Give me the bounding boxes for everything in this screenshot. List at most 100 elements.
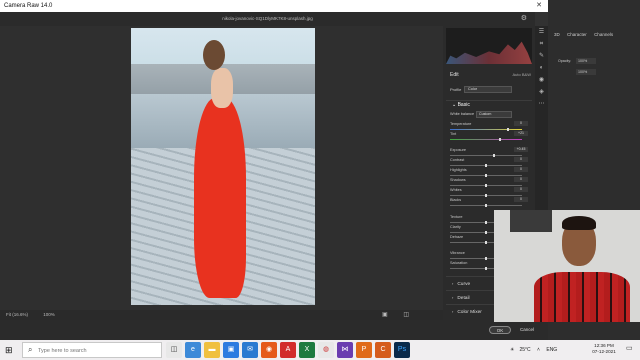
acrobat-icon[interactable]: A: [280, 342, 296, 358]
powerpoint-icon[interactable]: P: [356, 342, 372, 358]
slider-thumb[interactable]: [485, 184, 487, 187]
slider-label: Whites: [450, 188, 462, 192]
slider-blacks[interactable]: Blacks 0: [450, 197, 532, 208]
basic-section-header[interactable]: ⌄ Basic: [446, 100, 532, 109]
firefox-icon[interactable]: ◉: [261, 342, 277, 358]
desktop: 3D Character Channels Opacity: 100% 100%…: [0, 0, 640, 360]
chrome-icon[interactable]: ◍: [318, 342, 334, 358]
slider-value-field[interactable]: +21: [514, 131, 528, 136]
mask-tool-icon[interactable]: ◐: [535, 62, 548, 74]
photo-preview: [131, 28, 315, 305]
slider-value-field[interactable]: 0: [514, 167, 528, 172]
notification-icon[interactable]: ▭: [626, 344, 633, 352]
excel-icon[interactable]: X: [299, 342, 315, 358]
compare-icon[interactable]: ◫: [403, 312, 409, 318]
clock-date: 07-12-2021: [592, 349, 616, 354]
image-canvas[interactable]: [0, 26, 443, 310]
slider-value-field[interactable]: 0: [514, 177, 528, 182]
slider-thumb[interactable]: [485, 221, 487, 224]
slider-track[interactable]: [450, 155, 522, 156]
search-input[interactable]: [38, 346, 158, 355]
panel-title: Edit: [450, 72, 459, 78]
slider-label: Blacks: [450, 198, 462, 202]
windows-start-icon[interactable]: ⊞: [5, 345, 13, 355]
more-icon[interactable]: ⋯: [535, 98, 548, 110]
slider-thumb[interactable]: [485, 204, 487, 207]
chevron-right-icon: ›: [452, 281, 454, 286]
edge-icon[interactable]: e: [185, 342, 201, 358]
window-title: Camera Raw 14.0: [4, 3, 53, 9]
task-view-icon[interactable]: ◫: [166, 342, 182, 358]
store-icon[interactable]: ▣: [223, 342, 239, 358]
opacity-field[interactable]: 100%: [576, 58, 596, 64]
taskbar-search[interactable]: ⌕: [22, 342, 162, 358]
profile-dropdown[interactable]: Color: [464, 86, 512, 93]
slider-track[interactable]: [450, 139, 522, 140]
file-name-bar: nikola-jovanovic-SQ1DlyMK7K8-unsplash.jp…: [0, 12, 535, 26]
tray-chevron-icon[interactable]: ˄: [537, 347, 540, 353]
weather-icon[interactable]: ☀: [510, 347, 514, 353]
slider-value-field[interactable]: +0.45: [514, 147, 528, 152]
slider-value-field[interactable]: 0: [514, 187, 528, 192]
slider-value-field[interactable]: 0: [514, 157, 528, 162]
section-label: Detail: [457, 296, 470, 301]
webcam-overlay: [494, 210, 640, 322]
tab-character[interactable]: Character: [567, 32, 587, 37]
redeye-tool-icon[interactable]: ◉: [535, 74, 548, 86]
slider-track[interactable]: [450, 129, 522, 130]
section-label: Curve: [457, 282, 471, 287]
heal-tool-icon[interactable]: ✎: [535, 50, 548, 62]
slider-value-field[interactable]: 0: [514, 197, 528, 202]
auto-button[interactable]: Auto: [513, 72, 521, 77]
slider-thumb[interactable]: [485, 241, 487, 244]
slider-label: Clarity: [450, 225, 461, 229]
zoom-percent[interactable]: 100%: [43, 312, 55, 317]
white-balance-dropdown[interactable]: Custom: [476, 111, 512, 118]
photoshop-icon[interactable]: Ps: [394, 342, 410, 358]
slider-label: Tint: [450, 132, 457, 136]
file-name: nikola-jovanovic-SQ1DlyMK7K8-unsplash.jp…: [222, 16, 313, 21]
presets-icon[interactable]: ◈: [535, 86, 548, 98]
slider-value-field[interactable]: 0: [514, 121, 528, 126]
close-icon[interactable]: ✕: [530, 0, 548, 12]
before-after-icon[interactable]: ▣: [382, 312, 388, 318]
illustrator-icon[interactable]: C: [375, 342, 391, 358]
title-bar: Camera Raw 14.0 ✕: [0, 0, 548, 12]
slider-thumb[interactable]: [485, 257, 487, 260]
slider-thumb[interactable]: [485, 164, 487, 167]
file-explorer-icon[interactable]: ▬: [204, 342, 220, 358]
histogram: [446, 28, 532, 64]
bw-button[interactable]: B&W: [522, 72, 531, 77]
slider-thumb[interactable]: [493, 154, 495, 157]
search-icon: ⌕: [28, 345, 33, 354]
zoom-level[interactable]: Fit (16.6%): [6, 312, 28, 317]
slider-label: Temperature: [450, 122, 472, 126]
clock[interactable]: 12:36 PM 07-12-2021: [586, 343, 622, 355]
slider-label: Vibrance: [450, 251, 465, 255]
opacity-label: Opacity:: [558, 59, 572, 63]
slider-label: Dehaze: [450, 235, 464, 239]
slider-thumb[interactable]: [507, 128, 509, 131]
visual-studio-icon[interactable]: ⋈: [337, 342, 353, 358]
gear-icon[interactable]: ⚙: [521, 12, 527, 26]
tab-channels[interactable]: Channels: [594, 32, 613, 37]
crop-tool-icon[interactable]: ⌗: [535, 38, 548, 50]
ok-button[interactable]: OK: [489, 326, 511, 334]
slider-thumb[interactable]: [485, 267, 487, 270]
slider-thumb[interactable]: [485, 194, 487, 197]
white-balance-label: White balance: [450, 112, 475, 116]
slider-thumb[interactable]: [485, 231, 487, 234]
weather-temp[interactable]: 25°C: [519, 347, 530, 353]
mail-icon[interactable]: ✉: [242, 342, 258, 358]
taskbar-apps: ◫ e ▬ ▣ ✉ ◉ A X ◍ ⋈ P C Ps: [166, 342, 413, 358]
edit-tool-icon[interactable]: ☰: [535, 26, 548, 38]
slider-label: Highlights: [450, 168, 467, 172]
slider-thumb[interactable]: [485, 174, 487, 177]
tab-3d[interactable]: 3D: [554, 32, 560, 37]
slider-thumb[interactable]: [499, 138, 501, 141]
fill-field[interactable]: 100%: [576, 69, 596, 75]
slider-tint[interactable]: Tint +21: [450, 131, 532, 142]
language-indicator[interactable]: ENG: [546, 347, 557, 353]
cancel-button[interactable]: Cancel: [515, 326, 539, 334]
chevron-right-icon: ›: [452, 295, 454, 300]
